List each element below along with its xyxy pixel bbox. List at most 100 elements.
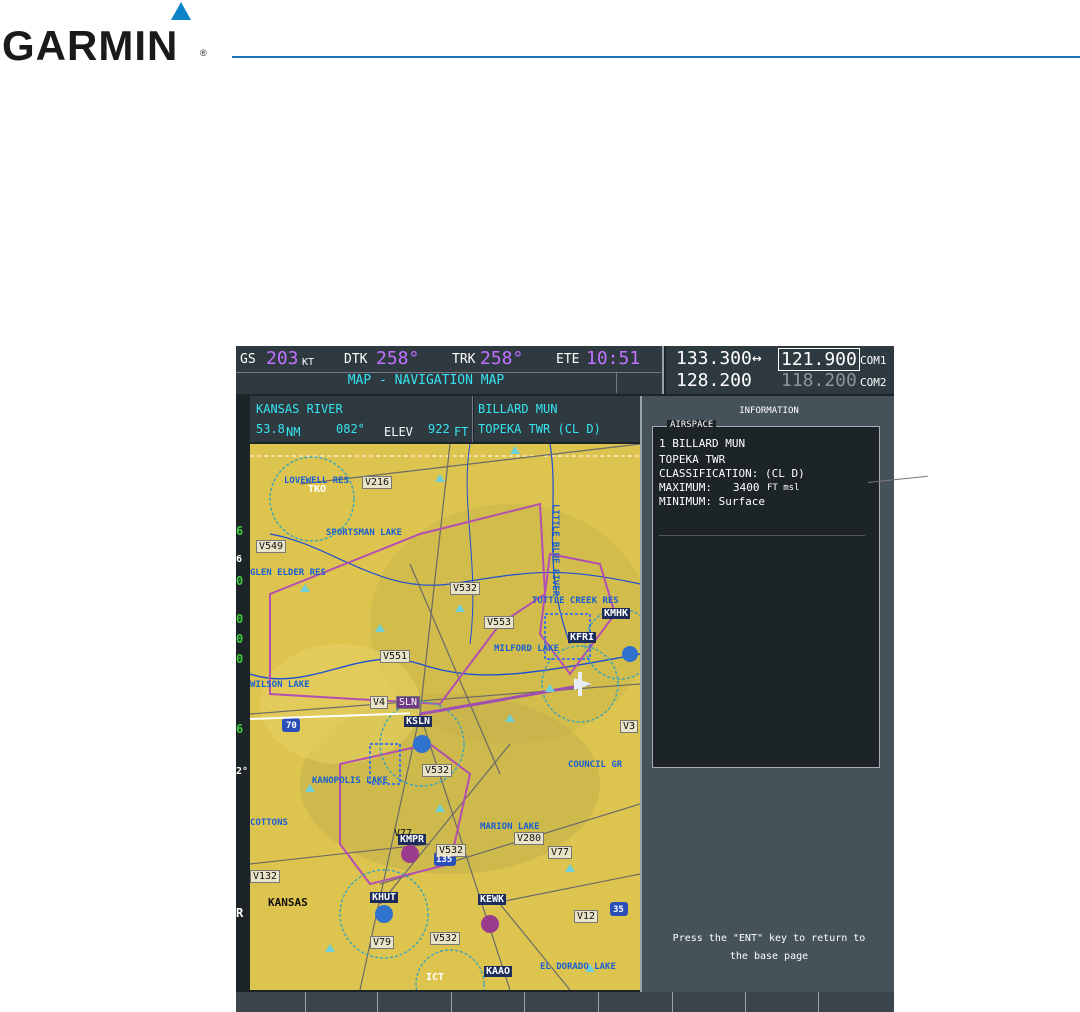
lake-label: MARION LAKE bbox=[480, 822, 540, 832]
airspace-max-label: MAXIMUM: bbox=[659, 481, 712, 494]
airport-name: BILLARD MUN bbox=[478, 402, 558, 416]
com1-label: COM1 bbox=[860, 354, 887, 367]
softkey-divider bbox=[451, 992, 452, 1012]
swap-icon[interactable]: ↔ bbox=[752, 348, 762, 367]
airway-label: V532 bbox=[430, 932, 461, 945]
airspace-box: AIRSPACE 1 BILLARD MUN TOPEKA TWR CLASSI… bbox=[652, 420, 880, 768]
airway-label: V549 bbox=[256, 540, 287, 553]
airport-label-khut[interactable]: KHUT bbox=[370, 892, 399, 903]
softkey-divider bbox=[524, 992, 525, 1012]
elev-value: 922 bbox=[428, 422, 450, 436]
elev-unit: FT bbox=[454, 425, 469, 439]
airport-facility: TOPEKA TWR (CL D) bbox=[478, 422, 601, 436]
interstate-label: 135 bbox=[436, 855, 453, 865]
airspace-line: MINIMUM: Surface bbox=[659, 495, 765, 508]
lake-label: EL DORADO LAKE bbox=[540, 962, 616, 972]
lake-label: COTTONS bbox=[250, 818, 288, 828]
airport-label-kfri[interactable]: KFRI bbox=[568, 632, 597, 643]
river-label: LITTLE BLUE RIVER bbox=[550, 504, 560, 597]
strip-digit: R bbox=[236, 906, 244, 920]
panel-title: INFORMATION bbox=[739, 406, 799, 416]
strip-digit: 0 bbox=[236, 652, 244, 666]
com1-active-freq[interactable]: 133.300 bbox=[676, 348, 752, 369]
lake-label: MILFORD LAKE bbox=[494, 644, 560, 654]
lake-label: LOVEWELL RES bbox=[284, 476, 350, 486]
state-label: KANSAS bbox=[268, 896, 308, 909]
softkey-bar bbox=[236, 992, 894, 1012]
airspace-tag: AIRSPACE bbox=[667, 420, 717, 430]
softkey-divider bbox=[305, 992, 306, 1012]
airway-label: V3 bbox=[620, 720, 639, 733]
airport-label-kewk[interactable]: KEWK bbox=[478, 894, 507, 905]
softkey-divider bbox=[672, 992, 673, 1012]
airway-label: V532 bbox=[450, 582, 481, 595]
airway-label: V77 bbox=[394, 828, 413, 839]
waypoint-bearing: 082° bbox=[336, 422, 365, 436]
interstate-label: 70 bbox=[286, 721, 297, 731]
ete-value: 10:51 bbox=[586, 348, 641, 369]
softkey-divider bbox=[818, 992, 819, 1012]
airport-label-kmhk[interactable]: KMHK bbox=[602, 608, 631, 619]
information-panel: INFORMATION AIRSPACE 1 BILLARD MUN TOPEK… bbox=[640, 396, 894, 992]
footer-line: the base page bbox=[729, 951, 809, 962]
airway-label: V553 bbox=[484, 616, 515, 629]
airway-label: V132 bbox=[250, 870, 281, 883]
trk-value: 258° bbox=[480, 348, 524, 369]
airway-label: V532 bbox=[422, 764, 453, 777]
airway-label: V280 bbox=[514, 832, 545, 845]
waypoint-distance: 53.8 bbox=[256, 422, 285, 436]
status-bar: GS 203 KT DTK 258° TRK 258° ETE 10:51 MA… bbox=[236, 346, 664, 394]
elev-label: ELEV bbox=[384, 425, 413, 439]
logo-registered: ® bbox=[200, 48, 207, 58]
softkey-divider bbox=[745, 992, 746, 1012]
strip-digit: 6 bbox=[236, 524, 244, 538]
strip-digit: 2° bbox=[236, 766, 249, 777]
airspace-line: CLASSIFICATION: (CL D) bbox=[659, 467, 805, 480]
com2-active-freq[interactable]: 128.200 bbox=[676, 370, 752, 391]
strip-digit: 0 bbox=[236, 612, 244, 626]
lake-label: SPORTSMAN LAKE bbox=[326, 528, 402, 538]
page-title: MAP - NAVIGATION MAP bbox=[236, 372, 616, 393]
airway-label: V216 bbox=[362, 476, 393, 489]
lake-label: GLEN ELDER RES bbox=[250, 568, 326, 578]
strip-digit: 0 bbox=[236, 632, 244, 646]
dtk-value: 258° bbox=[376, 348, 420, 369]
airway-label: V4 bbox=[370, 696, 389, 709]
header-rule bbox=[232, 56, 1080, 58]
airway-label: V77 bbox=[548, 846, 573, 859]
airway-label: V12 bbox=[574, 910, 599, 923]
panel-divider bbox=[659, 535, 865, 536]
lake-label: TUTTLE CREEK RES bbox=[532, 596, 619, 606]
airway-label: V79 bbox=[370, 936, 395, 949]
dtk-label: DTK bbox=[344, 352, 368, 367]
airspace-line: TOPEKA TWR bbox=[659, 453, 726, 466]
waypoint-info-left: KANSAS RIVER 53.8 NM 082° ELEV 922 FT bbox=[250, 396, 473, 442]
com1-standby-freq[interactable]: 121.900 bbox=[778, 348, 860, 371]
logo-triangle-icon bbox=[171, 2, 191, 20]
gs-value: 203 bbox=[266, 348, 299, 369]
softkey-divider bbox=[377, 992, 378, 1012]
airport-label-kaao[interactable]: KAAO bbox=[484, 966, 513, 977]
airspace-max-unit: FT msl bbox=[767, 483, 800, 493]
mfd-screen: GS 203 KT DTK 258° TRK 258° ETE 10:51 MA… bbox=[236, 346, 894, 1012]
softkey-divider bbox=[598, 992, 599, 1012]
interstate-label: 35 bbox=[613, 905, 624, 915]
airspace-max-value: 3400 bbox=[733, 481, 760, 494]
airport-label-ksln[interactable]: KSLN bbox=[404, 716, 433, 727]
gs-unit: KT bbox=[302, 357, 315, 368]
page-title-aux-box bbox=[616, 372, 661, 393]
panel-footer: Press the "ENT" key to return to the bas… bbox=[642, 930, 894, 966]
footer-line: Press the "ENT" key to return to bbox=[672, 933, 866, 944]
com2-standby-freq[interactable]: 118.200 bbox=[781, 370, 857, 391]
ete-label: ETE bbox=[556, 352, 580, 367]
trk-label: TRK bbox=[452, 352, 476, 367]
waypoint-name: KANSAS RIVER bbox=[256, 402, 343, 416]
gs-label: GS bbox=[240, 352, 256, 367]
airspace-line: 1 BILLARD MUN bbox=[659, 437, 746, 450]
vor-label: SLN bbox=[396, 696, 421, 709]
left-instrument-strip: 6 6 0 0 0 0 6 2° R bbox=[236, 396, 250, 990]
lake-label: WILSON LAKE bbox=[250, 680, 310, 690]
com-radio-panel: 133.300 ↔ 121.900 COM1 128.200 118.200 C… bbox=[666, 346, 894, 394]
lake-label: COUNCIL GR bbox=[568, 760, 623, 770]
lake-label: KANOPOLIS LAKE bbox=[312, 776, 388, 786]
